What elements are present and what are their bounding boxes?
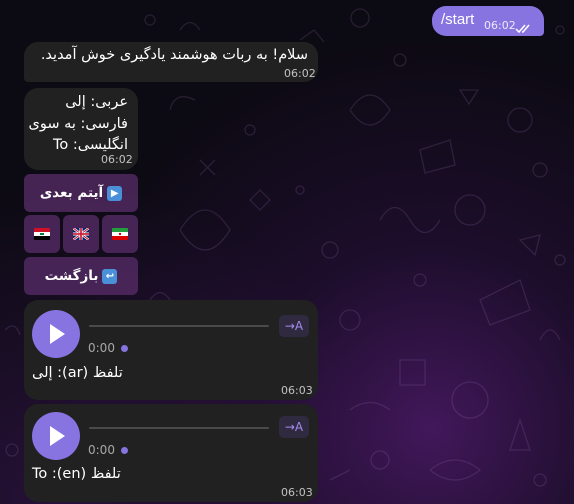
back-button[interactable]: بازگشت ↩: [24, 257, 138, 295]
voice-caption: تلفظ (en): To: [32, 466, 121, 482]
play-button[interactable]: [32, 310, 80, 358]
message-time: 06:03: [281, 384, 313, 397]
message-text: سلام! به ربات هوشمند یادگیری خوش آمدید.: [40, 47, 308, 63]
back-label: بازگشت: [44, 268, 99, 284]
next-item-label: آیتم بعدی: [39, 185, 104, 201]
audio-duration: 0:00: [88, 443, 115, 457]
uk-flag-button[interactable]: [63, 215, 99, 253]
uk-flag-icon: [73, 228, 89, 240]
audio-progress[interactable]: [89, 325, 269, 327]
double-check-icon: [515, 19, 533, 38]
iraq-flag-icon: [34, 228, 50, 240]
arabic-translation: عربی: إلى: [65, 94, 128, 110]
unplayed-dot: [121, 447, 128, 454]
audio-duration: 0:00: [88, 341, 115, 355]
translations-message[interactable]: عربی: إلى فارسی: به سوی انگلیسی: To 06:0…: [24, 88, 138, 170]
play-icon: ▶: [107, 185, 123, 201]
play-icon: [50, 324, 65, 344]
message-time: 06:02: [101, 153, 133, 166]
message-text: /start: [441, 11, 475, 28]
audio-progress[interactable]: [89, 427, 269, 429]
english-translation: انگلیسی: To: [52, 137, 128, 153]
voice-message-arabic[interactable]: 0:00 →A تلفظ (ar): إلى 06:03: [24, 300, 318, 400]
persian-translation: فارسی: به سوی: [28, 116, 129, 132]
transcribe-button[interactable]: →A: [279, 416, 309, 438]
transcribe-button[interactable]: →A: [279, 315, 309, 337]
welcome-message[interactable]: سلام! به ربات هوشمند یادگیری خوش آمدید. …: [24, 42, 318, 82]
unplayed-dot: [121, 345, 128, 352]
voice-caption: تلفظ (ar): إلى: [32, 365, 123, 381]
next-item-button[interactable]: آیتم بعدی ▶: [24, 174, 138, 212]
iran-flag-icon: [112, 228, 128, 240]
return-icon: ↩: [102, 268, 118, 284]
message-time: 06:02: [484, 19, 516, 32]
play-button[interactable]: [32, 412, 80, 460]
iraq-flag-button[interactable]: [24, 215, 60, 253]
play-icon: [50, 426, 65, 446]
outgoing-message[interactable]: /start 06:02: [432, 6, 544, 36]
message-time: 06:02: [284, 67, 316, 80]
voice-message-english[interactable]: 0:00 →A تلفظ (en): To 06:03: [24, 404, 318, 502]
message-time: 06:03: [281, 486, 313, 499]
iran-flag-button[interactable]: [102, 215, 138, 253]
